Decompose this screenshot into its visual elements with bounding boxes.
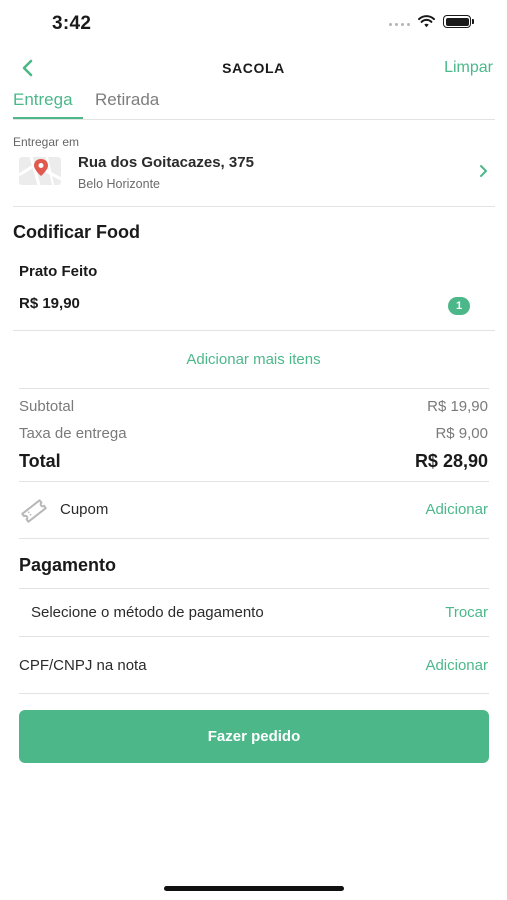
chevron-left-icon xyxy=(22,59,33,77)
battery-icon xyxy=(443,15,474,28)
divider xyxy=(19,538,489,539)
add-coupon-button[interactable]: Adicionar xyxy=(425,501,488,518)
payment-title: Pagamento xyxy=(19,555,117,575)
coupon-icon xyxy=(21,499,47,523)
address-street: Rua dos Goitacazes, 375 xyxy=(78,154,254,171)
status-icons xyxy=(389,15,474,28)
add-tax-id-button[interactable]: Adicionar xyxy=(425,657,488,674)
payment-method-label: Selecione o método de pagamento xyxy=(31,604,264,621)
divider xyxy=(13,206,495,207)
home-indicator[interactable] xyxy=(164,886,344,891)
cellular-signal-icon xyxy=(389,18,410,26)
map-pin-icon xyxy=(19,156,61,186)
address-city: Belo Horizonte xyxy=(78,177,160,191)
tab-pickup[interactable]: Retirada xyxy=(95,90,159,110)
chevron-right-icon xyxy=(480,165,487,177)
place-order-button[interactable]: Fazer pedido xyxy=(19,710,489,763)
add-more-items-button[interactable]: Adicionar mais itens xyxy=(0,351,507,368)
divider xyxy=(19,693,489,694)
tab-delivery[interactable]: Entrega xyxy=(13,90,73,110)
change-payment-button[interactable]: Trocar xyxy=(445,604,488,621)
store-name: Codificar Food xyxy=(13,222,140,242)
delivery-fee-label: Taxa de entrega xyxy=(19,425,127,442)
subtotal-label: Subtotal xyxy=(19,398,75,415)
tax-id-label: CPF/CNPJ na nota xyxy=(19,657,147,674)
tabs-divider xyxy=(13,119,495,120)
coupon-label: Cupom xyxy=(60,501,109,518)
item-price: R$ 19,90 xyxy=(19,295,80,312)
active-tab-indicator xyxy=(13,117,83,119)
item-quantity-badge[interactable]: 1 xyxy=(448,297,470,315)
divider xyxy=(19,588,489,589)
subtotal-value: R$ 19,90 xyxy=(427,398,488,415)
item-name[interactable]: Prato Feito xyxy=(19,263,97,280)
divider xyxy=(19,481,489,482)
page-title: SACOLA xyxy=(222,60,285,76)
back-button[interactable] xyxy=(14,54,42,82)
total-value: R$ 28,90 xyxy=(414,451,488,471)
clear-bag-button[interactable]: Limpar xyxy=(444,59,493,77)
delivery-fee-value: R$ 9,00 xyxy=(435,425,488,442)
total-label: Total xyxy=(19,451,61,471)
status-time: 3:42 xyxy=(52,13,92,34)
divider xyxy=(13,330,495,331)
divider xyxy=(19,388,489,389)
divider xyxy=(19,636,489,637)
wifi-icon xyxy=(418,15,435,28)
address-label: Entregar em xyxy=(13,135,80,149)
